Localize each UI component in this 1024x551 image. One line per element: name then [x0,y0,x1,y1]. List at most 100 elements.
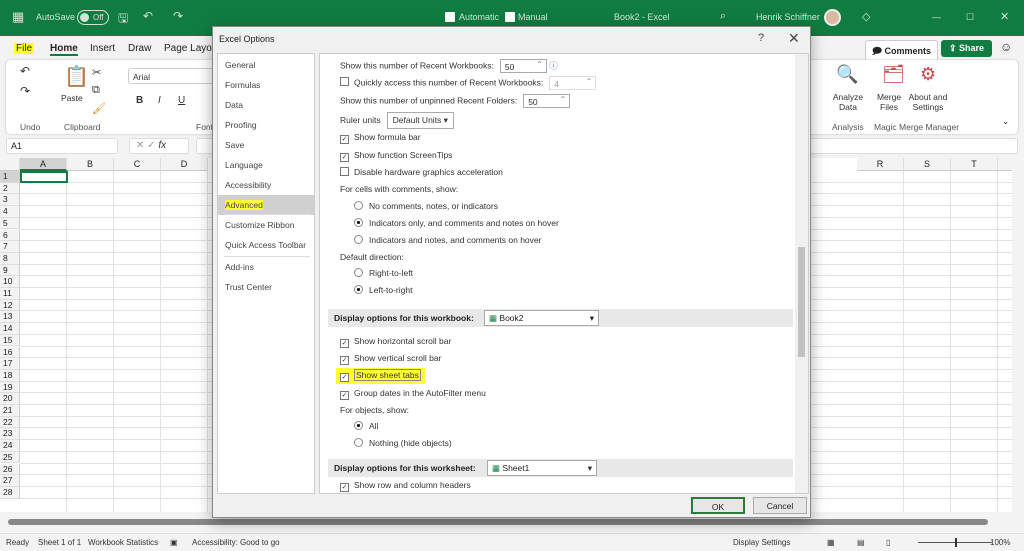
quick-access-checkbox[interactable] [340,77,349,87]
tab-draw[interactable]: Draw [128,43,151,54]
user-name[interactable]: Henrik Schiffner [756,12,820,22]
about-settings-button[interactable]: About and Settings [904,92,952,112]
automatic-checkbox[interactable] [445,12,455,22]
options-scrollbar[interactable] [795,54,808,493]
vertical-scrollbar[interactable] [1012,158,1024,512]
row-header-27[interactable]: 27 [0,475,20,487]
objects-option[interactable]: Nothing (hide objects) [354,438,452,448]
row-header-23[interactable]: 23 [0,428,20,441]
radio[interactable] [354,235,363,244]
avatar[interactable] [824,9,841,26]
share-button[interactable]: ⇪ Share [941,40,993,57]
workbook-statistics[interactable]: Workbook Statistics [88,538,158,547]
save-icon[interactable]: 🖫 [118,9,128,30]
select-all-corner[interactable] [0,158,20,171]
comments-option[interactable]: Indicators only, and comments and notes … [354,218,559,228]
row-header-15[interactable]: 15 [0,334,20,347]
nav-item-formulas[interactable]: Formulas [218,75,314,95]
comments-option[interactable]: No comments, notes, or indicators [354,201,498,211]
redo-icon[interactable]: ↷ [173,9,183,23]
objects-option[interactable]: All [354,421,378,431]
row-header-9[interactable]: 9 [0,264,20,277]
hscroll-checkbox[interactable]: ✓ [340,339,349,348]
nav-item-customize-ribbon[interactable]: Customize Ribbon [218,215,314,235]
undo-icon[interactable]: ↶ [143,9,153,23]
group-dates-checkbox[interactable]: ✓ [340,391,349,400]
display-settings[interactable]: Display Settings [733,538,790,547]
radio[interactable] [354,438,363,447]
settings-gear-icon[interactable]: ⚙ [920,64,936,85]
autosave-toggle[interactable]: Off [77,10,109,25]
worksheet-select[interactable]: ▦ Sheet1 ▾ [487,460,597,476]
column-header-D[interactable]: D [161,158,208,171]
macro-recording-icon[interactable]: ▣ [170,538,178,547]
row-header-17[interactable]: 17 [0,358,20,370]
analyze-data-button[interactable]: Analyze Data [830,92,866,112]
nav-item-accessibility[interactable]: Accessibility [218,175,314,195]
disable-hw-checkbox[interactable] [340,167,349,176]
format-painter-icon[interactable]: 🖌 [92,102,106,115]
search-icon[interactable]: ⌕ [720,10,726,23]
row-header-21[interactable]: 21 [0,405,20,417]
accessibility-status[interactable]: Accessibility: Good to go [192,538,280,547]
feedback-smiley-icon[interactable]: ☺ [1000,40,1012,54]
radio[interactable] [354,201,363,210]
row-header-8[interactable]: 8 [0,252,20,265]
tab-insert[interactable]: Insert [90,43,115,54]
zoom-slider-thumb[interactable] [955,538,957,547]
dialog-close-button[interactable]: ✕ [788,30,800,47]
radio[interactable] [354,268,363,277]
bold-button[interactable]: B [136,95,143,106]
row-header-19[interactable]: 19 [0,381,20,394]
recent-folders-spinner[interactable]: 50 [523,94,571,108]
info-icon[interactable]: ⓘ [549,60,558,70]
nav-item-add-ins[interactable]: Add-ins [218,257,314,277]
quick-access-spinner[interactable]: 4 [549,76,597,90]
manual-checkbox[interactable] [505,12,515,22]
row-header-24[interactable]: 24 [0,440,20,452]
font-name-box[interactable]: Arial [128,68,218,84]
row-header-18[interactable]: 18 [0,369,20,382]
page-layout-view-icon[interactable]: ▤ [857,538,865,547]
collapse-ribbon-icon[interactable]: ⌄ [1002,116,1009,127]
direction-option[interactable]: Left-to-right [354,285,412,295]
row-header-1[interactable]: 1 [0,171,20,183]
column-header-T[interactable]: T [951,158,998,171]
nav-item-general[interactable]: General [218,55,314,75]
tab-file[interactable]: File [14,43,35,54]
workbook-select[interactable]: ▦ Book2 ▾ [484,310,599,326]
fx-button[interactable]: fx [158,140,166,151]
scroll-thumb[interactable] [798,247,805,357]
nav-item-save[interactable]: Save [218,135,314,155]
tab-home[interactable]: Home [50,43,78,56]
maximize-icon[interactable]: ☐ [966,12,974,23]
row-header-25[interactable]: 25 [0,451,20,464]
vscroll-checkbox[interactable]: ✓ [340,356,349,365]
zoom-level[interactable]: 100% [990,538,1010,547]
close-icon[interactable]: ✕ [1000,10,1009,23]
nav-item-advanced[interactable]: Advanced [218,195,314,215]
row-header-22[interactable]: 22 [0,416,20,429]
underline-button[interactable]: U [178,95,185,106]
undo-icon[interactable]: ↶ [20,64,30,78]
radio[interactable] [354,285,363,294]
column-header-S[interactable]: S [904,158,951,171]
row-header-6[interactable]: 6 [0,229,20,242]
nav-item-trust-center[interactable]: Trust Center [218,277,314,297]
row-header-14[interactable]: 14 [0,323,20,335]
diamond-icon[interactable]: ◇ [862,10,870,23]
normal-view-icon[interactable]: ▦ [827,538,835,547]
analyze-data-icon[interactable]: 🔍 [836,64,858,85]
row-header-5[interactable]: 5 [0,217,20,230]
tab-page-layout[interactable]: Page Layou [164,43,217,54]
column-header-R[interactable]: R [857,158,904,171]
radio[interactable] [354,218,363,227]
row-header-26[interactable]: 26 [0,463,20,476]
row-header-4[interactable]: 4 [0,206,20,218]
page-break-view-icon[interactable]: ▯ [886,538,890,547]
row-header-11[interactable]: 11 [0,288,20,300]
ruler-units-select[interactable]: Default Units ▾ [386,112,454,129]
merge-files-button[interactable]: Merge Files [874,92,904,112]
redo-icon[interactable]: ↷ [20,84,30,98]
direction-option[interactable]: Right-to-left [354,268,413,278]
